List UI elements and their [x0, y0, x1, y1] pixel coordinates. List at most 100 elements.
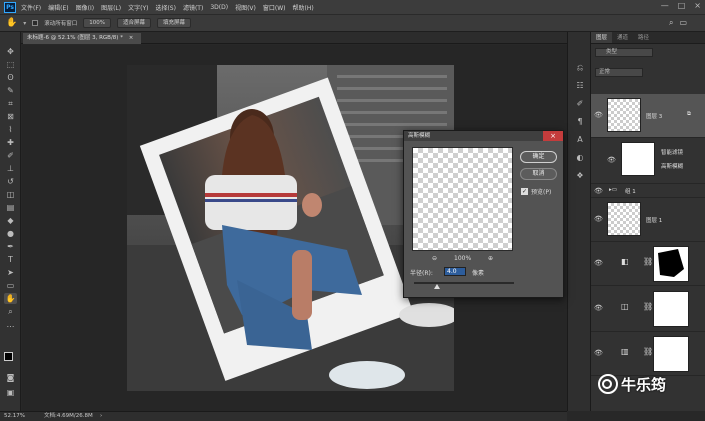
history-brush-icon[interactable]: ↺ [4, 176, 17, 187]
brush-tool-icon[interactable]: ✐ [4, 150, 17, 161]
blur-preview[interactable] [412, 147, 513, 251]
zoom-tool-icon[interactable]: ⌕ [4, 306, 17, 317]
menu-window[interactable]: 窗口(W) [263, 3, 286, 12]
quick-mask-icon[interactable]: ◙ [4, 372, 17, 383]
menu-select[interactable]: 选择(S) [155, 3, 176, 12]
workspace-icon[interactable]: ▭ [679, 18, 687, 28]
lasso-tool-icon[interactable]: ʘ [4, 72, 17, 83]
zoom-in-icon[interactable]: ⊕ [488, 255, 493, 262]
tool-preset-dropdown[interactable]: ▾ [23, 20, 26, 27]
eye-icon[interactable]: 👁 [594, 259, 603, 267]
layer-thumbnail [607, 98, 641, 132]
blur-tool-icon[interactable]: ◆ [4, 215, 17, 226]
menu-type[interactable]: 文字(Y) [128, 3, 148, 12]
properties-panel-icon[interactable]: ☷ [573, 80, 587, 92]
chain-link-icon: ⛓ [643, 347, 654, 356]
eye-icon[interactable]: 👁 [594, 304, 603, 312]
close-tab-icon[interactable]: × [129, 35, 134, 41]
radius-slider-track[interactable] [414, 282, 514, 284]
radius-input[interactable]: 4.0 [444, 267, 466, 276]
eye-icon[interactable]: 👁 [594, 187, 603, 195]
search-icon[interactable]: ⌕ [669, 18, 673, 28]
dialog-title: 高斯模糊 [404, 131, 563, 141]
layer-filter-dropdown[interactable]: 类型 [595, 48, 653, 57]
zoom-100-button[interactable]: 100% [83, 18, 111, 28]
eye-icon[interactable]: 👁 [607, 156, 616, 164]
document-tab-title: 未标题-6 @ 52.1% (图层 3, RGB/8) * [27, 35, 123, 41]
quick-select-tool-icon[interactable]: ✎ [4, 85, 17, 96]
cancel-button[interactable]: 取消 [520, 168, 557, 180]
menu-view[interactable]: 视图(V) [235, 3, 256, 12]
status-arrow-icon[interactable]: › [100, 412, 102, 421]
adjustment-layer-row[interactable]: 👁 ◧ ⛓ [591, 242, 705, 286]
shape-tool-icon[interactable]: ▭ [4, 280, 17, 291]
fit-screen-button[interactable]: 适合屏幕 [116, 18, 151, 28]
eye-icon[interactable]: 👁 [594, 349, 603, 357]
maximize-button[interactable]: □ [678, 1, 686, 10]
type-tool-icon[interactable]: T [4, 254, 17, 265]
character-panel-icon[interactable]: A [573, 134, 587, 146]
healing-brush-icon[interactable]: ✚ [4, 137, 17, 148]
tools-panel: ✥ ⬚ ʘ ✎ ⌗ ⊠ ⌇ ✚ ✐ ⊥ ↺ ◫ ▤ ◆ ● ✒ T ➤ ▭ ✋ … [0, 32, 21, 411]
hand-tool-icon[interactable]: ✋ [4, 293, 17, 304]
adjustments-panel-icon[interactable]: ◐ [573, 152, 587, 164]
ok-button[interactable]: 确定 [520, 151, 557, 163]
layer-row-3[interactable]: 👁 图层 3 ⧉ [591, 94, 705, 138]
clone-stamp-icon[interactable]: ⊥ [4, 163, 17, 174]
menu-edit[interactable]: 编辑(E) [48, 3, 68, 12]
tab-layers[interactable]: 图层 [591, 32, 613, 43]
chain-link-icon: ⛓ [643, 257, 654, 266]
dodge-tool-icon[interactable]: ● [4, 228, 17, 239]
menu-help[interactable]: 帮助(H) [293, 3, 314, 12]
paragraph-panel-icon[interactable]: ¶ [573, 116, 587, 128]
pen-tool-icon[interactable]: ✒ [4, 241, 17, 252]
menu-file[interactable]: 文件(F) [21, 3, 41, 12]
scroll-all-checkbox[interactable] [32, 20, 39, 26]
layer-row-1[interactable]: 👁 图层 1 [591, 198, 705, 242]
frame-tool-icon[interactable]: ⊠ [4, 111, 17, 122]
menu-image[interactable]: 图像(I) [76, 3, 94, 12]
adjustment-layer-row[interactable]: 👁 ◫ ⛓ [591, 286, 705, 332]
brush-settings-icon[interactable]: ✐ [573, 98, 587, 110]
filter-mask-thumbnail [621, 142, 655, 176]
eraser-tool-icon[interactable]: ◫ [4, 189, 17, 200]
zoom-out-icon[interactable]: ⊖ [432, 255, 437, 262]
close-window-button[interactable]: × [694, 1, 701, 10]
dialog-close-button[interactable]: × [543, 131, 563, 141]
tab-channels[interactable]: 通道 [612, 32, 633, 43]
layers-panel: 图层 通道 路径 类型 正常 👁 图层 3 ⧉ 👁 智能滤镜 高斯模糊 👁 ▸▭… [591, 32, 705, 411]
blend-mode-dropdown[interactable]: 正常 [595, 68, 643, 77]
eye-icon[interactable]: 👁 [594, 111, 603, 119]
panel-icon-strip: ⎌ ☷ ✐ ¶ A ◐ ❖ [567, 32, 591, 411]
crop-tool-icon[interactable]: ⌗ [4, 98, 17, 109]
radius-slider-thumb[interactable] [434, 284, 440, 289]
more-tools-icon[interactable]: … [4, 319, 17, 330]
menu-3d[interactable]: 3D(D) [210, 4, 228, 11]
preview-toggle[interactable]: ✓ 预览(P) [521, 187, 551, 196]
menu-layer[interactable]: 图层(L) [101, 3, 121, 12]
layer-group-1[interactable]: 👁 ▸▭ 组 1 [591, 184, 705, 198]
document-tab[interactable]: 未标题-6 @ 52.1% (图层 3, RGB/8) * × [23, 33, 142, 44]
preview-checkbox[interactable]: ✓ [521, 188, 528, 195]
eyedropper-tool-icon[interactable]: ⌇ [4, 124, 17, 135]
tab-paths[interactable]: 路径 [633, 32, 654, 43]
move-tool-icon[interactable]: ✥ [4, 46, 17, 57]
smart-filter-name: 智能滤镜 [661, 150, 684, 156]
status-bar: 52.17% 文档:4.69M/26.8M › [0, 411, 567, 421]
minimize-button[interactable]: — [661, 1, 669, 10]
screen-mode-icon[interactable]: ▣ [4, 387, 17, 398]
zoom-status[interactable]: 52.17% [4, 412, 25, 421]
adjustment-layer-row[interactable]: 👁 ▥ ⛓ [591, 332, 705, 376]
fill-screen-button[interactable]: 填充屏幕 [157, 18, 192, 28]
path-select-icon[interactable]: ➤ [4, 267, 17, 278]
libraries-panel-icon[interactable]: ❖ [573, 170, 587, 182]
menu-filter[interactable]: 滤镜(T) [183, 3, 203, 12]
layer-row-smart-filter[interactable]: 👁 智能滤镜 高斯模糊 [591, 138, 705, 184]
eye-icon[interactable]: 👁 [594, 215, 603, 223]
history-panel-icon[interactable]: ⎌ [573, 62, 587, 74]
layer-thumbnail [607, 202, 641, 236]
radius-unit: 像素 [472, 270, 485, 277]
gradient-tool-icon[interactable]: ▤ [4, 202, 17, 213]
foreground-color-swatch[interactable] [4, 352, 13, 361]
marquee-tool-icon[interactable]: ⬚ [4, 59, 17, 70]
